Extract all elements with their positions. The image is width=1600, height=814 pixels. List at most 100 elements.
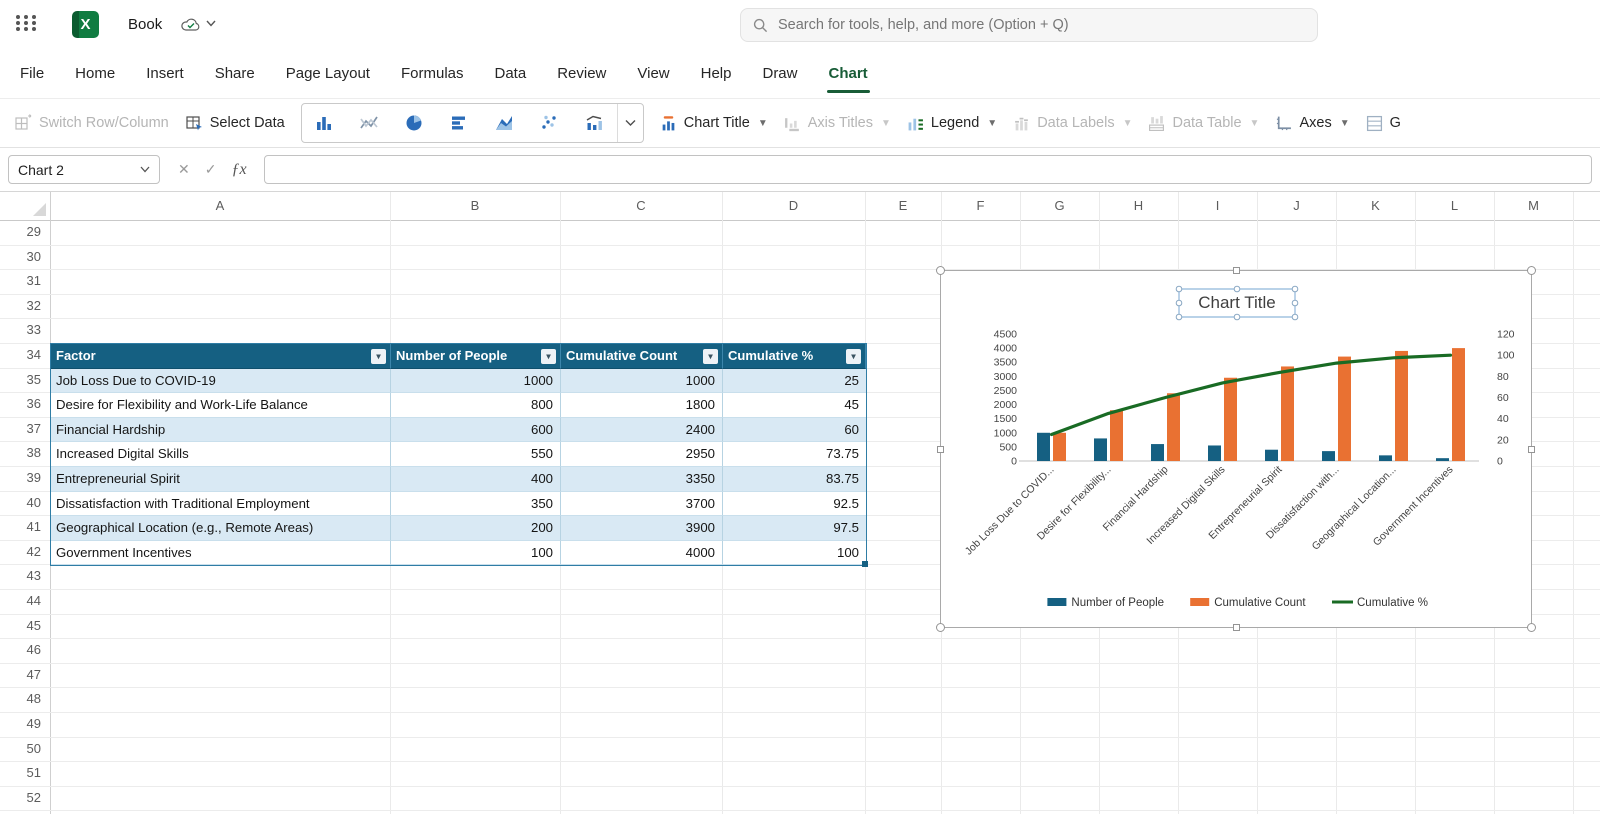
column-chart-type-button[interactable] bbox=[302, 104, 347, 142]
table-cell[interactable]: 83.75 bbox=[723, 467, 866, 492]
table-cell[interactable]: 200 bbox=[391, 516, 561, 541]
row-header-43[interactable]: 43 bbox=[0, 564, 50, 589]
table-cell[interactable]: 1000 bbox=[561, 369, 723, 394]
table-cell[interactable]: 100 bbox=[391, 541, 561, 566]
row-header-30[interactable]: 30 bbox=[0, 245, 50, 270]
switch-row-column-button[interactable]: Switch Row/Column bbox=[14, 114, 169, 132]
table-cell[interactable]: 1000 bbox=[391, 369, 561, 394]
row-header-45[interactable]: 45 bbox=[0, 614, 50, 639]
title-chevron-icon[interactable] bbox=[206, 20, 216, 27]
chart-title-button[interactable]: Chart Title ▼ bbox=[660, 115, 768, 132]
gridlines-button-partial[interactable]: G bbox=[1366, 115, 1401, 132]
filter-button[interactable]: ▾ bbox=[846, 349, 861, 364]
bar-series-1[interactable] bbox=[1053, 348, 1465, 461]
table-cell[interactable]: Financial Hardship bbox=[51, 418, 391, 443]
menu-tab-chart[interactable]: Chart bbox=[829, 50, 868, 98]
column-header-C[interactable]: C bbox=[560, 192, 722, 220]
table-cell[interactable]: 4000 bbox=[561, 541, 723, 566]
table-cell[interactable]: Increased Digital Skills bbox=[51, 442, 391, 467]
chart-resize-handle-n[interactable] bbox=[1233, 267, 1240, 274]
row-header-40[interactable]: 40 bbox=[0, 491, 50, 516]
formula-input[interactable] bbox=[264, 155, 1592, 184]
menu-tab-insert[interactable]: Insert bbox=[146, 50, 184, 98]
menu-tab-formulas[interactable]: Formulas bbox=[401, 50, 464, 98]
name-box[interactable]: Chart 2 bbox=[8, 155, 160, 184]
row-header-29[interactable]: 29 bbox=[0, 220, 50, 245]
chart-resize-handle-s[interactable] bbox=[1233, 624, 1240, 631]
select-all-corner[interactable] bbox=[0, 192, 50, 220]
confirm-entry-icon[interactable]: ✓ bbox=[205, 161, 217, 178]
table-cell[interactable]: 60 bbox=[723, 418, 866, 443]
table-header-cell[interactable]: Number of People▾ bbox=[391, 344, 561, 369]
document-title[interactable]: Book bbox=[128, 0, 162, 50]
legend-button[interactable]: Legend ▼ bbox=[907, 115, 997, 132]
table-cell[interactable]: 3350 bbox=[561, 467, 723, 492]
column-header-A[interactable]: A bbox=[50, 192, 390, 220]
row-header-38[interactable]: 38 bbox=[0, 441, 50, 466]
axes-button[interactable]: Axes ▼ bbox=[1275, 115, 1349, 132]
table-cell[interactable]: Geographical Location (e.g., Remote Area… bbox=[51, 516, 391, 541]
row-header-41[interactable]: 41 bbox=[0, 515, 50, 540]
table-cell[interactable]: Government Incentives bbox=[51, 541, 391, 566]
menu-tab-review[interactable]: Review bbox=[557, 50, 606, 98]
column-header-K[interactable]: K bbox=[1336, 192, 1415, 220]
table-cell[interactable]: 45 bbox=[723, 393, 866, 418]
combo-chart-type-button[interactable] bbox=[572, 104, 617, 142]
table-cell[interactable]: 3900 bbox=[561, 516, 723, 541]
menu-tab-home[interactable]: Home bbox=[75, 50, 115, 98]
row-header-37[interactable]: 37 bbox=[0, 417, 50, 442]
table-resize-handle[interactable] bbox=[862, 561, 868, 567]
table-cell[interactable]: 2400 bbox=[561, 418, 723, 443]
table-header-cell[interactable]: Cumulative Count▾ bbox=[561, 344, 723, 369]
table-cell[interactable]: Entrepreneurial Spirit bbox=[51, 467, 391, 492]
pie-chart-type-button[interactable] bbox=[392, 104, 437, 142]
filter-button[interactable]: ▾ bbox=[371, 349, 386, 364]
filter-button[interactable]: ▾ bbox=[703, 349, 718, 364]
pareto-chart-svg[interactable]: Chart Title05001000150020002500300035004… bbox=[941, 271, 1531, 627]
row-header-36[interactable]: 36 bbox=[0, 392, 50, 417]
chart-resize-handle-ne[interactable] bbox=[1527, 266, 1536, 275]
table-cell[interactable]: Dissatisfaction with Traditional Employm… bbox=[51, 492, 391, 517]
table-cell[interactable]: 550 bbox=[391, 442, 561, 467]
menu-tab-page-layout[interactable]: Page Layout bbox=[286, 50, 370, 98]
row-header-31[interactable]: 31 bbox=[0, 269, 50, 294]
table-cell[interactable]: 3700 bbox=[561, 492, 723, 517]
column-header-H[interactable]: H bbox=[1099, 192, 1178, 220]
app-launcher-icon[interactable] bbox=[16, 15, 38, 31]
table-cell[interactable]: 92.5 bbox=[723, 492, 866, 517]
menu-tab-view[interactable]: View bbox=[637, 50, 669, 98]
row-header-34[interactable]: 34 bbox=[0, 343, 50, 368]
row-header-44[interactable]: 44 bbox=[0, 589, 50, 614]
row-header-46[interactable]: 46 bbox=[0, 638, 50, 663]
autosave-cloud-icon[interactable] bbox=[181, 17, 201, 32]
row-header-33[interactable]: 33 bbox=[0, 318, 50, 343]
data-table-button[interactable]: Data Table ▼ bbox=[1148, 115, 1259, 132]
row-header-39[interactable]: 39 bbox=[0, 466, 50, 491]
area-chart-type-button[interactable] bbox=[482, 104, 527, 142]
menu-tab-share[interactable]: Share bbox=[215, 50, 255, 98]
column-header-L[interactable]: L bbox=[1415, 192, 1494, 220]
chart-resize-handle-sw[interactable] bbox=[936, 623, 945, 632]
scatter-chart-type-button[interactable] bbox=[527, 104, 572, 142]
row-header-42[interactable]: 42 bbox=[0, 540, 50, 565]
table-cell[interactable]: 1800 bbox=[561, 393, 723, 418]
search-bar[interactable]: Search for tools, help, and more (Option… bbox=[740, 8, 1318, 42]
row-header-49[interactable]: 49 bbox=[0, 712, 50, 737]
chart-resize-handle-w[interactable] bbox=[937, 446, 944, 453]
axis-titles-button[interactable]: Axis Titles ▼ bbox=[784, 115, 891, 132]
chart-legend[interactable]: Number of PeopleCumulative CountCumulati… bbox=[1047, 597, 1428, 609]
chart-resize-handle-e[interactable] bbox=[1528, 446, 1535, 453]
menu-tab-draw[interactable]: Draw bbox=[762, 50, 797, 98]
table-cell[interactable]: 800 bbox=[391, 393, 561, 418]
table-cell[interactable]: 100 bbox=[723, 541, 866, 566]
table-cell[interactable]: 350 bbox=[391, 492, 561, 517]
column-header-partial[interactable] bbox=[1573, 192, 1600, 220]
insert-function-icon[interactable]: ƒx bbox=[231, 161, 246, 179]
table-cell[interactable]: Job Loss Due to COVID-19 bbox=[51, 369, 391, 394]
row-header-51[interactable]: 51 bbox=[0, 761, 50, 786]
data-labels-button[interactable]: Data Labels ▼ bbox=[1013, 115, 1132, 132]
chart-resize-handle-nw[interactable] bbox=[936, 266, 945, 275]
column-header-E[interactable]: E bbox=[865, 192, 941, 220]
row-header-48[interactable]: 48 bbox=[0, 687, 50, 712]
line-chart-type-button[interactable] bbox=[347, 104, 392, 142]
